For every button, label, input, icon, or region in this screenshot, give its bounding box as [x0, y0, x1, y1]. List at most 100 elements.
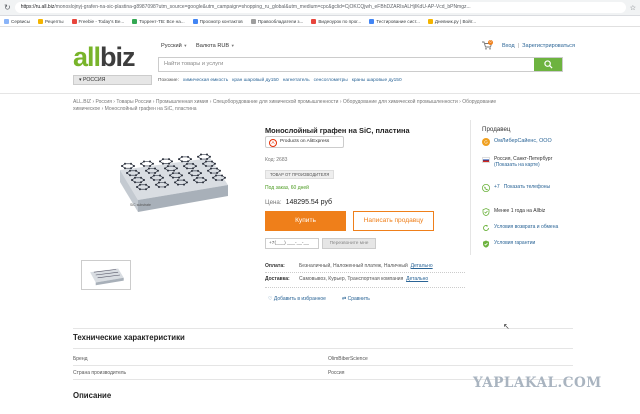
bookmark-favicon-icon: [192, 18, 198, 24]
search-button[interactable]: [534, 58, 562, 71]
bookmark-label: Просмотр контактов: [199, 18, 243, 24]
search-icon: [543, 60, 553, 69]
compare-icon: ⇄: [342, 296, 347, 302]
column-divider: [470, 120, 471, 255]
seller-name-row: G ОмЛиберСайенс, ООО: [482, 138, 552, 146]
similar-searches: Похожие: химическая емкость кран шаровый д…: [158, 78, 402, 83]
spec-value: OlimBiberScience: [328, 356, 368, 362]
spec-key: Бренд: [73, 356, 88, 362]
payment-details-link[interactable]: Детально: [411, 263, 433, 269]
spec-value: Россия: [328, 370, 345, 376]
spec-key: Страна производитель: [73, 370, 127, 376]
phone-icon: [482, 184, 490, 192]
bookmark-item[interactable]: Рецепты: [38, 18, 64, 24]
bookmark-item[interactable]: Правообладатели з...: [250, 18, 304, 24]
product-code: Код: 2683: [265, 157, 288, 163]
bookmark-label: Торрент-ТВ: Все на...: [139, 18, 185, 24]
watermark: YAPLAKAL.COM: [473, 375, 602, 391]
seller-phone: +7: [494, 184, 500, 190]
bookmarks-bar: Сервисы Рецепты Freebie - Today's Be... Тор…: [0, 16, 640, 27]
phone-input[interactable]: +7(___) ___-__-__: [265, 238, 319, 249]
bookmark-item[interactable]: Freebie - Today's Be...: [71, 18, 125, 24]
seller-location: Россия, Санкт-Петербург (Показать на карт…: [482, 156, 552, 168]
register-link[interactable]: Зарегистрироваться: [522, 43, 575, 49]
delivery-details-link[interactable]: Детально: [406, 276, 428, 282]
bookmark-favicon-icon: [311, 18, 317, 24]
bookmark-star-icon[interactable]: ☆: [630, 4, 636, 12]
cart-count-badge: 0: [488, 40, 493, 45]
product-thumbnail[interactable]: [81, 260, 131, 290]
bookmark-favicon-icon: [132, 18, 138, 24]
breadcrumb[interactable]: ALL.BIZ › Россия › Товары России › Промы…: [73, 99, 523, 113]
bookmark-label: Видеоурок по прог...: [318, 18, 362, 24]
similar-search-link[interactable]: нагнетатель: [283, 78, 310, 83]
svg-text:SiC substrate: SiC substrate: [130, 203, 151, 207]
heart-icon: ♡: [268, 296, 273, 302]
return-icon: [483, 224, 489, 231]
bookmark-item[interactable]: Торрент-ТВ: Все на...: [132, 18, 185, 24]
aliexpress-button[interactable]: A Products on AliExpress: [265, 136, 344, 148]
section-divider: [73, 348, 573, 349]
bookmark-item[interactable]: Тестирование сист...: [369, 18, 420, 24]
header-divider: [0, 93, 640, 94]
bookmark-favicon-icon: [250, 18, 256, 24]
buy-button[interactable]: Купить: [265, 211, 346, 231]
bookmark-favicon-icon: [38, 18, 44, 24]
warranty-link[interactable]: Условия гарантии: [494, 240, 535, 246]
specs-heading: Технические характеристики: [73, 333, 185, 342]
url-path: /monoslojnyj-grafen-na-sic-plastina-g898…: [54, 4, 471, 10]
compare-link[interactable]: ⇄ Сравнить: [342, 296, 370, 302]
description-heading: Описание: [73, 391, 112, 400]
add-favorite-link[interactable]: ♡ Добавить в избранное: [268, 296, 326, 302]
login-link[interactable]: Вход: [502, 43, 515, 49]
search-input[interactable]: Найти товары и услуги: [159, 58, 534, 71]
bookmark-item[interactable]: Просмотр контактов: [192, 18, 243, 24]
region-select[interactable]: ▾ РОССИЯ: [73, 75, 152, 85]
similar-search-link[interactable]: кран шаровый ду150: [232, 78, 278, 83]
divider: [265, 272, 465, 273]
seller-name-link[interactable]: ОмЛиберСайенс, ООО: [494, 138, 552, 144]
section-divider: [73, 328, 573, 329]
url-field[interactable]: https://ru.all.biz/monoslojnyj-grafen-na…: [14, 2, 626, 13]
bookmark-item[interactable]: Дневник.ру | Войт...: [427, 18, 476, 24]
price: Цена: 148295.54 руб: [265, 199, 333, 206]
bookmark-item[interactable]: Видеоурок по прог...: [311, 18, 362, 24]
bookmark-favicon-icon: [427, 18, 433, 24]
write-seller-button[interactable]: Написать продавцу: [353, 211, 434, 231]
bookmark-label: Freebie - Today's Be...: [78, 18, 125, 24]
seller-since-row: Менее 1 года на Allbiz: [482, 208, 545, 216]
seller-since: Менее 1 года на Allbiz: [494, 208, 546, 214]
bookmark-favicon-icon: [369, 18, 375, 24]
bookmark-label: Правообладатели з...: [257, 18, 304, 24]
bookmark-label: Тестирование сист...: [376, 18, 420, 24]
availability-status: Под заказ, 60 дней: [265, 185, 309, 191]
similar-search-link[interactable]: сенсоглометры: [314, 78, 348, 83]
currency-select[interactable]: Валюта RUB ▼: [196, 43, 235, 49]
product-title: Монослойный графен на SiC, пластина: [265, 126, 410, 135]
cart-icon[interactable]: 0: [482, 40, 493, 50]
manufacturer-badge: ТОВАР ОТ ПРОИЗВОДИТЕЛЯ: [265, 170, 335, 179]
returns-row: Условия возврата и обмена: [482, 224, 558, 232]
similar-search-link[interactable]: химическая емкость: [183, 78, 228, 83]
bookmark-favicon-icon: [4, 18, 9, 24]
reload-icon[interactable]: ↻: [4, 3, 11, 12]
language-select[interactable]: Русский ▼: [161, 43, 187, 49]
product-main-image[interactable]: SiC substrate: [90, 130, 236, 230]
aliexpress-icon: A: [269, 138, 277, 147]
returns-link[interactable]: Условия возврата и обмена: [494, 224, 558, 230]
warranty-row: Условия гарантии: [482, 240, 535, 248]
auth-links: Вход | Зарегистрироваться: [502, 43, 576, 49]
mouse-cursor-icon: ↖: [503, 322, 510, 331]
delivery-row: Доставка: Самовывоз, Курьер, Транспортная…: [265, 276, 429, 282]
bookmark-item[interactable]: Сервисы: [4, 18, 31, 24]
callback-button[interactable]: Перезвоните мне: [322, 238, 376, 249]
similar-search-link[interactable]: краны шаровые ду150: [352, 78, 402, 83]
bookmark-label: Сервисы: [11, 18, 31, 24]
show-map-link[interactable]: (Показать на карте): [494, 162, 552, 168]
warranty-icon: [483, 240, 489, 248]
row-divider: [73, 365, 573, 366]
allbiz-logo[interactable]: allbiz: [73, 42, 136, 73]
bookmark-label: Рецепты: [45, 18, 64, 24]
show-phones-link[interactable]: Показать телефоны: [504, 184, 550, 190]
search-bar: Найти товары и услуги: [158, 57, 563, 72]
